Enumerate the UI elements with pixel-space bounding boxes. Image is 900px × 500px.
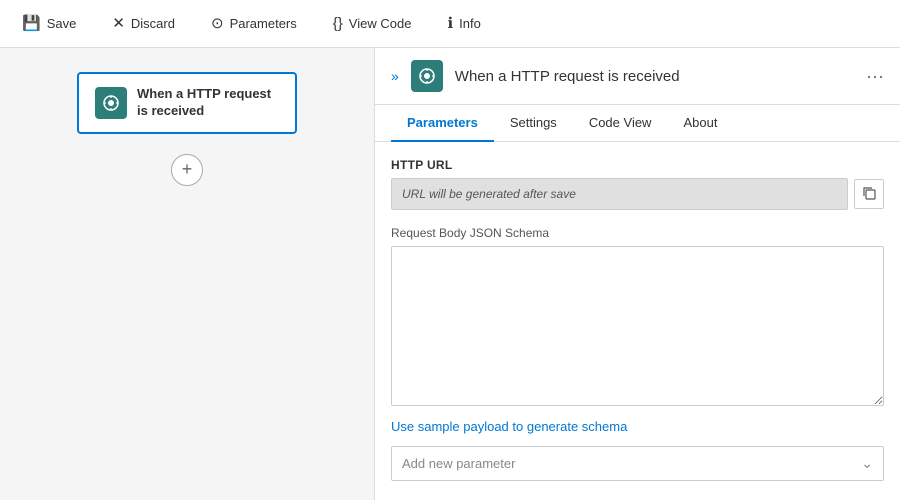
save-button[interactable]: 💾 Save	[16, 12, 82, 35]
parameters-label: Parameters	[230, 16, 297, 31]
tab-parameters[interactable]: Parameters	[391, 105, 494, 142]
parameters-icon: ⊙	[211, 16, 224, 31]
info-button[interactable]: ℹ Info	[441, 12, 486, 35]
trigger-label: When a HTTP request is received	[137, 86, 279, 120]
info-icon: ℹ	[447, 16, 453, 31]
discard-label: Discard	[131, 16, 175, 31]
right-panel-header: » When a HTTP request is received ···	[375, 48, 900, 105]
chevron-down-icon: ⌄	[861, 455, 873, 472]
schema-label: Request Body JSON Schema	[391, 226, 884, 240]
url-field: URL will be generated after save	[391, 178, 848, 210]
copy-icon	[862, 186, 876, 203]
tab-bar: Parameters Settings Code View About	[375, 105, 900, 142]
tab-about[interactable]: About	[667, 105, 733, 142]
main-layout: When a HTTP request is received + » When…	[0, 48, 900, 500]
view-code-button[interactable]: {} View Code	[327, 12, 418, 35]
content-area: HTTP URL URL will be generated after sav…	[375, 142, 900, 500]
url-placeholder-text: URL will be generated after save	[402, 187, 576, 201]
sample-payload-link[interactable]: Use sample payload to generate schema	[391, 419, 884, 434]
right-panel: » When a HTTP request is received ··· Pa…	[375, 48, 900, 500]
discard-icon: ✕	[112, 16, 125, 31]
plus-icon: +	[182, 159, 193, 180]
expand-icon[interactable]: »	[391, 68, 399, 84]
schema-textarea[interactable]	[391, 246, 884, 406]
parameters-button[interactable]: ⊙ Parameters	[205, 12, 303, 35]
info-label: Info	[459, 16, 481, 31]
toolbar: 💾 Save ✕ Discard ⊙ Parameters {} View Co…	[0, 0, 900, 48]
add-step-button[interactable]: +	[171, 154, 203, 186]
url-row: URL will be generated after save	[391, 178, 884, 210]
right-panel-trigger-icon	[411, 60, 443, 92]
save-icon: 💾	[22, 16, 41, 31]
more-options-icon[interactable]: ···	[866, 66, 884, 87]
right-panel-title: When a HTTP request is received	[455, 68, 854, 85]
copy-url-button[interactable]	[854, 179, 884, 209]
trigger-icon	[95, 87, 127, 119]
add-parameter-dropdown[interactable]: Add new parameter ⌄	[391, 446, 884, 481]
left-panel: When a HTTP request is received +	[0, 48, 375, 500]
tab-settings[interactable]: Settings	[494, 105, 573, 142]
save-label: Save	[47, 16, 77, 31]
discard-button[interactable]: ✕ Discard	[106, 12, 181, 35]
trigger-card[interactable]: When a HTTP request is received	[77, 72, 297, 134]
view-code-label: View Code	[349, 16, 412, 31]
http-url-label: HTTP URL	[391, 158, 884, 172]
tab-code-view[interactable]: Code View	[573, 105, 668, 142]
view-code-icon: {}	[333, 16, 343, 31]
add-param-placeholder: Add new parameter	[402, 456, 515, 471]
